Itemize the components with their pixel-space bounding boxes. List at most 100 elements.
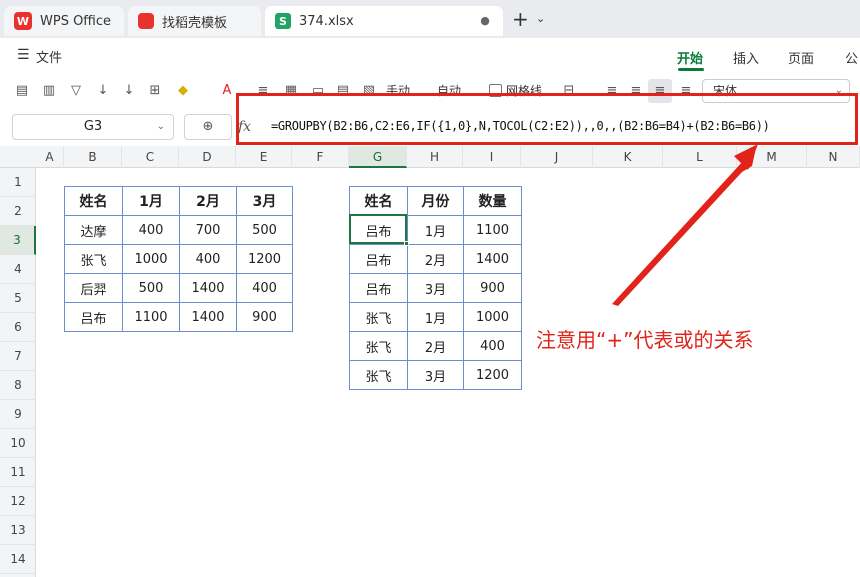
column-header-l[interactable]: L: [663, 146, 737, 168]
table-cell[interactable]: 1000: [122, 244, 180, 274]
paste-icon[interactable]: ▤: [13, 82, 31, 100]
hamburger-menu-icon[interactable]: ☰: [17, 47, 30, 63]
column-header-m[interactable]: M: [737, 146, 807, 168]
result-header-cell[interactable]: 姓名: [349, 186, 408, 216]
table-cell[interactable]: 1000: [463, 302, 522, 332]
row-header-13[interactable]: 13: [0, 516, 36, 545]
table-cell[interactable]: 400: [463, 331, 522, 361]
table-cell[interactable]: 400: [236, 273, 293, 303]
format-painter-icon[interactable]: ▥: [40, 82, 58, 100]
table-cell[interactable]: 900: [463, 273, 522, 303]
column-header-b[interactable]: B: [64, 146, 122, 168]
table-cell[interactable]: 3月: [407, 273, 464, 303]
table-cell[interactable]: 2月: [407, 331, 464, 361]
column-header-n[interactable]: N: [807, 146, 860, 168]
table-cell[interactable]: 1月: [407, 302, 464, 332]
column-header-j[interactable]: J: [521, 146, 593, 168]
column-header-k[interactable]: K: [593, 146, 663, 168]
result-header-cell[interactable]: 月份: [407, 186, 464, 216]
sort-ascending-icon[interactable]: ↓: [94, 82, 112, 100]
table-cell[interactable]: 2月: [407, 244, 464, 274]
table-cell[interactable]: 达摩: [64, 215, 123, 245]
fill-handle[interactable]: [404, 241, 409, 246]
table-cell[interactable]: 400: [179, 244, 237, 274]
table-cell[interactable]: 张飞: [349, 331, 408, 361]
tab-close-icon[interactable]: ●: [477, 13, 493, 29]
tab-template-label: 找稻壳模板: [162, 15, 228, 31]
name-box[interactable]: G3 ⌄: [12, 114, 174, 140]
sort-descending-icon[interactable]: ↓: [120, 82, 138, 100]
column-header-f[interactable]: F: [292, 146, 349, 168]
new-tab-plus-icon[interactable]: +: [512, 9, 529, 29]
borders-icon[interactable]: ⊞: [146, 82, 164, 100]
tab-wps-office[interactable]: W WPS Office: [4, 6, 124, 36]
table-cell[interactable]: 后羿: [64, 273, 123, 303]
table-cell[interactable]: 700: [179, 215, 237, 245]
row-header-9[interactable]: 9: [0, 400, 36, 429]
table-cell[interactable]: 张飞: [349, 302, 408, 332]
column-header-i[interactable]: I: [463, 146, 521, 168]
tab-template[interactable]: 找稻壳模板: [128, 6, 261, 36]
row-header-6[interactable]: 6: [0, 313, 36, 342]
table-cell[interactable]: 900: [236, 302, 293, 332]
row-header-2[interactable]: 2: [0, 197, 36, 226]
menu-row: ☰ 文件 开始 插入 页面 公: [0, 38, 860, 74]
row-header-4[interactable]: 4: [0, 255, 36, 284]
table-row: 张飞 1月 1000: [349, 302, 522, 332]
source-table: 姓名 1月 2月 3月 达摩 400 700 500 张飞 1000 400 1…: [64, 186, 293, 332]
table-cell[interactable]: 400: [122, 215, 180, 245]
column-header-g[interactable]: G: [349, 146, 407, 168]
column-header-c[interactable]: C: [122, 146, 179, 168]
font-color-icon[interactable]: A: [218, 82, 236, 100]
table-cell[interactable]: 1月: [407, 215, 464, 245]
column-header-e[interactable]: E: [236, 146, 292, 168]
row-header-11[interactable]: 11: [0, 458, 36, 487]
table-cell[interactable]: 1200: [463, 360, 522, 390]
table-cell[interactable]: 1100: [122, 302, 180, 332]
table-cell[interactable]: 张飞: [349, 360, 408, 390]
tab-insert[interactable]: 插入: [733, 48, 759, 67]
source-header-cell[interactable]: 姓名: [64, 186, 123, 216]
table-cell[interactable]: 1400: [179, 302, 237, 332]
tab-formula-partial[interactable]: 公: [845, 48, 858, 67]
row-header-14[interactable]: 14: [0, 545, 36, 574]
row-header-10[interactable]: 10: [0, 429, 36, 458]
row-header-12[interactable]: 12: [0, 487, 36, 516]
row-header-1[interactable]: 1: [0, 168, 36, 197]
row-header-7[interactable]: 7: [0, 342, 36, 371]
tab-file[interactable]: S 374.xlsx ●: [265, 6, 503, 36]
table-cell[interactable]: 3月: [407, 360, 464, 390]
filter-icon[interactable]: ▽: [67, 82, 85, 100]
table-cell[interactable]: 1400: [463, 244, 522, 274]
column-header-h[interactable]: H: [407, 146, 463, 168]
tab-home[interactable]: 开始: [677, 48, 703, 67]
table-row: 张飞 2月 400: [349, 331, 522, 361]
tab-wps-label: WPS Office: [40, 13, 112, 29]
new-tab-chevron-down-icon[interactable]: ⌄: [536, 12, 545, 25]
source-header-cell[interactable]: 2月: [179, 186, 237, 216]
table-cell[interactable]: 吕布: [64, 302, 123, 332]
table-cell[interactable]: 吕布: [349, 273, 408, 303]
row-header-8[interactable]: 8: [0, 371, 36, 400]
zoom-formula-button[interactable]: ⊕: [184, 114, 232, 140]
row-header-5[interactable]: 5: [0, 284, 36, 313]
result-header-cell[interactable]: 数量: [463, 186, 522, 216]
table-cell[interactable]: 吕布: [349, 244, 408, 274]
table-cell[interactable]: 1200: [236, 244, 293, 274]
source-header-cell[interactable]: 1月: [122, 186, 180, 216]
source-header-cell[interactable]: 3月: [236, 186, 293, 216]
table-cell[interactable]: 1400: [179, 273, 237, 303]
fill-color-icon[interactable]: ◆: [174, 82, 192, 100]
active-cell-g3[interactable]: [349, 214, 407, 244]
name-box-chevron-down-icon: ⌄: [156, 121, 165, 132]
spreadsheet-window: W WPS Office 找稻壳模板 S 374.xlsx ● + ⌄ ☰ 文件…: [0, 0, 860, 577]
column-header-a[interactable]: A: [36, 146, 64, 168]
column-header-d[interactable]: D: [179, 146, 236, 168]
file-menu[interactable]: 文件: [36, 47, 62, 66]
table-cell[interactable]: 1100: [463, 215, 522, 245]
tab-page[interactable]: 页面: [788, 48, 814, 67]
table-cell[interactable]: 500: [122, 273, 180, 303]
table-cell[interactable]: 张飞: [64, 244, 123, 274]
table-cell[interactable]: 500: [236, 215, 293, 245]
row-header-3[interactable]: 3: [0, 226, 36, 255]
